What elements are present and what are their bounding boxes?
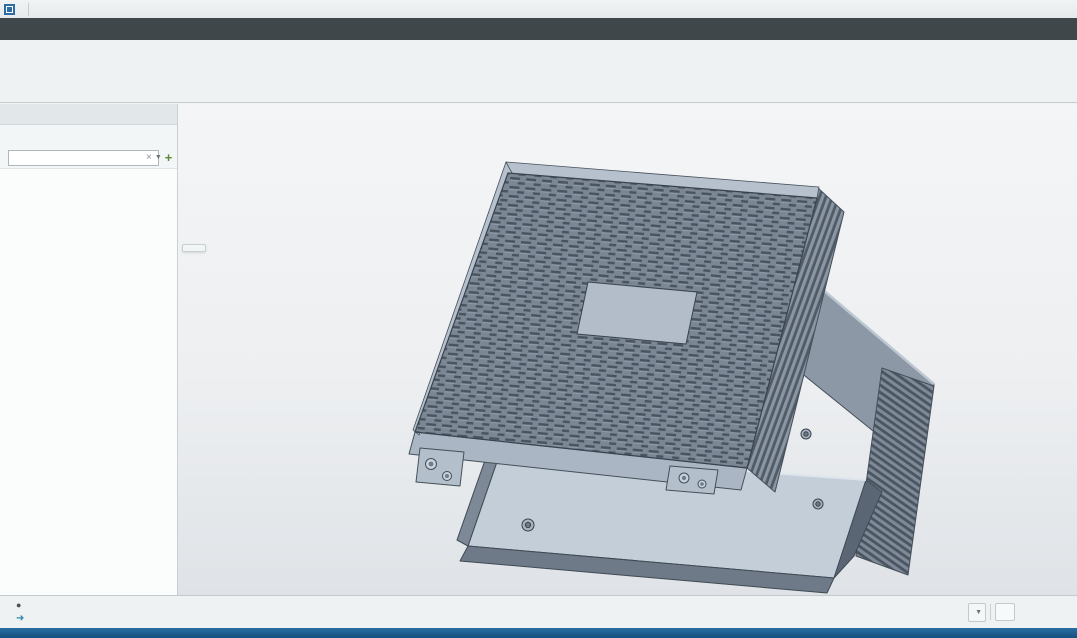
- taskbar[interactable]: [0, 628, 1077, 638]
- status-bar: ● ➜ ▼: [0, 595, 1077, 628]
- creo-logo-icon: [4, 4, 15, 15]
- model-tree: [0, 168, 177, 595]
- status-bar-right: ▼: [968, 603, 1015, 622]
- ribbon: [0, 40, 1077, 103]
- find-button[interactable]: ▼: [968, 603, 986, 622]
- message-arrow-icon: ➜: [16, 612, 24, 625]
- clear-filter-icon[interactable]: ×: [146, 152, 152, 163]
- filter-dropdown-icon[interactable]: ▼: [155, 154, 162, 161]
- creo-logo: [4, 4, 18, 15]
- message-area: ● ➜: [16, 599, 28, 625]
- divider: [990, 604, 991, 620]
- ribbon-tab-bar: [0, 18, 1077, 40]
- divider: [28, 3, 29, 16]
- add-filter-icon[interactable]: +: [165, 152, 173, 164]
- graphics-toolbar: [182, 244, 206, 252]
- tree-filter-row: × ▼ +: [0, 147, 177, 168]
- window-mode-button[interactable]: [995, 603, 1015, 621]
- graphics-area[interactable]: [178, 104, 1077, 595]
- navigator-tabs: [0, 104, 177, 125]
- creo-window: × ▼ +: [0, 0, 1077, 638]
- message-bullet-icon: ●: [16, 599, 21, 612]
- cover-top-part: [409, 162, 844, 494]
- tree-filter-input[interactable]: [8, 150, 159, 166]
- 3d-model-viewport: [178, 104, 1077, 595]
- navigator-panel: × ▼ +: [0, 104, 178, 595]
- model-tree-header: [0, 125, 177, 147]
- title-bar: [0, 0, 1077, 18]
